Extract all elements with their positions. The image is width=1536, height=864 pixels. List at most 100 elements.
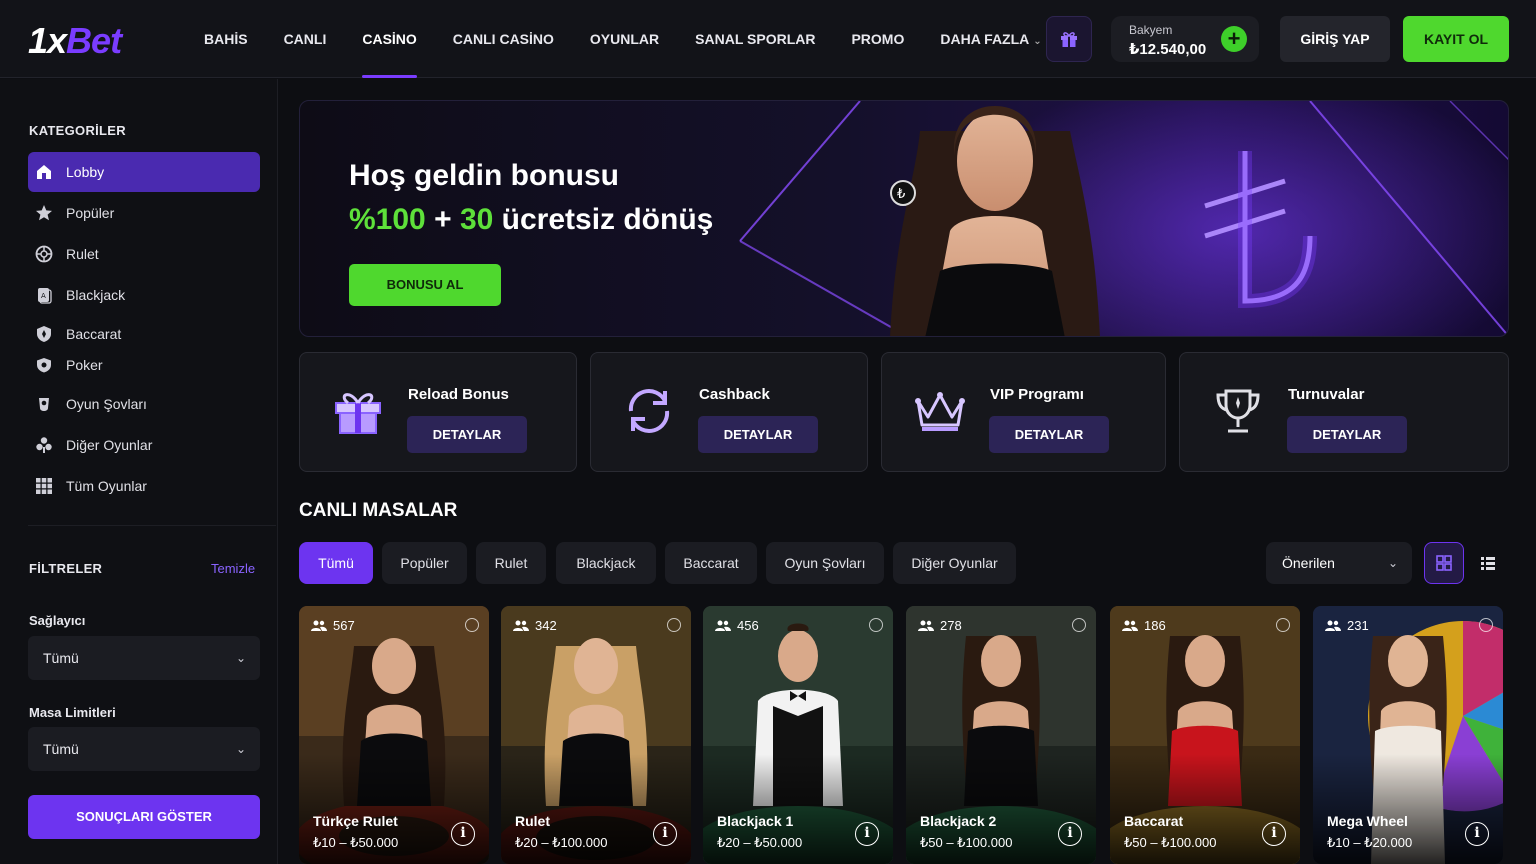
register-button[interactable]: KAYIT OL: [1403, 16, 1509, 62]
login-button[interactable]: GİRİŞ YAP: [1280, 16, 1390, 62]
nav-daha-fazla[interactable]: DAHA FAZLA ⌄: [922, 0, 1059, 78]
gift-button[interactable]: [1046, 16, 1092, 62]
table-name: Blackjack 1: [717, 813, 794, 829]
nav-bahis[interactable]: BAHİS: [186, 0, 266, 78]
grid-icon: [34, 476, 54, 496]
info-icon[interactable]: i: [451, 822, 475, 846]
nav-casino[interactable]: CASİNO: [344, 0, 434, 78]
promo-details-button[interactable]: DETAYLAR: [1287, 416, 1407, 453]
live-table-card[interactable]: 278 Blackjack 2 ₺50 – ₺100.000 i: [906, 606, 1096, 864]
users-icon: [1122, 620, 1138, 631]
info-icon[interactable]: i: [1262, 822, 1286, 846]
nav-sanal-sporlar[interactable]: SANAL SPORLAR: [677, 0, 833, 78]
other-games-icon: [34, 435, 54, 455]
table-limits-label: Masa Limitleri: [29, 705, 116, 720]
crown-icon: [915, 392, 965, 431]
clear-filters-link[interactable]: Temizle: [211, 561, 255, 576]
sort-select[interactable]: Önerilen ⌄: [1266, 542, 1412, 584]
sidebar-item-rulet[interactable]: Rulet: [28, 234, 260, 274]
chevron-down-icon: ⌄: [235, 742, 246, 756]
bonus-plus: +: [425, 203, 460, 236]
promo-title: Reload Bonus: [408, 386, 509, 403]
player-count: 278: [918, 618, 962, 633]
add-funds-button[interactable]: +: [1221, 26, 1247, 52]
player-count-value: 278: [940, 618, 962, 633]
promo-card-tournaments[interactable]: Turnuvalar DETAYLAR: [1179, 352, 1509, 472]
logo-text-1: 1x: [28, 20, 67, 61]
favorite-icon[interactable]: [1276, 618, 1290, 632]
promo-card-vip[interactable]: VIP Programı DETAYLAR: [881, 352, 1166, 472]
sidebar-item-diger-oyunlar[interactable]: Diğer Oyunlar: [28, 425, 260, 465]
info-icon[interactable]: i: [1465, 822, 1489, 846]
sidebar-item-label: Tüm Oyunlar: [66, 478, 147, 494]
promo-details-button[interactable]: DETAYLAR: [698, 416, 818, 453]
player-count: 567: [311, 618, 355, 633]
logo-text-2: Bet: [66, 20, 122, 61]
grid-view-button[interactable]: [1424, 542, 1464, 584]
player-count-value: 186: [1144, 618, 1166, 633]
live-table-card[interactable]: 456 Blackjack 1 ₺20 – ₺50.000 i: [703, 606, 893, 864]
table-name: Blackjack 2: [920, 813, 997, 829]
promo-details-button[interactable]: DETAYLAR: [989, 416, 1109, 453]
info-icon[interactable]: i: [855, 822, 879, 846]
filter-chip-tumu[interactable]: Tümü: [299, 542, 373, 584]
sidebar-item-label: Oyun Şovları: [66, 396, 147, 412]
player-count-value: 231: [1347, 618, 1369, 633]
filter-chip-blackjack[interactable]: Blackjack: [556, 542, 656, 584]
promo-details-button[interactable]: DETAYLAR: [407, 416, 527, 453]
claim-bonus-button[interactable]: BONUSU AL: [349, 264, 501, 306]
player-count-value: 456: [737, 618, 759, 633]
favorite-icon[interactable]: [1479, 618, 1493, 632]
list-view-button[interactable]: [1468, 542, 1508, 584]
favorite-icon[interactable]: [1072, 618, 1086, 632]
live-table-card[interactable]: 567 Türkçe Rulet ₺10 – ₺50.000 i: [299, 606, 489, 864]
users-icon: [715, 620, 731, 631]
sidebar-item-label: Poker: [66, 357, 103, 373]
player-count-value: 342: [535, 618, 557, 633]
balance-widget[interactable]: Bakyem ₺12.540,00 +: [1111, 16, 1259, 62]
live-table-card[interactable]: 186 Baccarat ₺50 – ₺100.000 i: [1110, 606, 1300, 864]
info-icon[interactable]: i: [653, 822, 677, 846]
table-limits: ₺10 – ₺20.000: [1327, 835, 1413, 850]
table-limits-select[interactable]: Tümü ⌄: [28, 727, 260, 771]
filter-chip-populer[interactable]: Popüler: [382, 542, 467, 584]
banner-title: Hoş geldin bonusu: [349, 159, 619, 192]
nav-canli-casino[interactable]: CANLI CASİNO: [435, 0, 572, 78]
sidebar-item-label: Popüler: [66, 205, 115, 221]
live-table-card[interactable]: 231 Mega Wheel ₺10 – ₺20.000 i: [1313, 606, 1503, 864]
nav-oyunlar[interactable]: OYUNLAR: [572, 0, 677, 78]
show-results-button[interactable]: SONUÇLARI GÖSTER: [28, 795, 260, 839]
nav-daha-fazla-label: DAHA FAZLA: [940, 31, 1030, 47]
nav-canli[interactable]: CANLI: [266, 0, 345, 78]
sidebar-item-populer[interactable]: Popüler: [28, 193, 260, 233]
favorite-icon[interactable]: [465, 618, 479, 632]
table-limits: ₺10 – ₺50.000: [313, 835, 399, 850]
filter-chip-diger-oyunlar[interactable]: Diğer Oyunlar: [893, 542, 1016, 584]
sidebar-item-label: Rulet: [66, 246, 99, 262]
promo-card-cashback[interactable]: Cashback DETAYLAR: [590, 352, 868, 472]
lobby-icon: [34, 162, 54, 182]
balance-label: Bakyem: [1129, 23, 1173, 37]
free-spins-count: 30: [459, 203, 494, 236]
info-icon[interactable]: i: [1058, 822, 1082, 846]
promo-card-reload[interactable]: Reload Bonus DETAYLAR: [299, 352, 577, 472]
sidebar-item-oyun-sovlari[interactable]: Oyun Şovları: [28, 384, 260, 424]
brand-logo[interactable]: 1xBet: [28, 20, 122, 62]
live-table-card[interactable]: 342 Rulet ₺20 – ₺100.000 i: [501, 606, 691, 864]
gift-icon: [335, 393, 381, 434]
filter-chip-baccarat[interactable]: Baccarat: [665, 542, 757, 584]
provider-select[interactable]: Tümü ⌄: [28, 636, 260, 680]
banner-subtitle: %100 + 30 ücretsiz dönüş: [349, 203, 713, 237]
player-count: 231: [1325, 618, 1369, 633]
sidebar-item-blackjack[interactable]: A Blackjack: [28, 275, 260, 315]
favorite-icon[interactable]: [869, 618, 883, 632]
chevron-down-icon: ⌄: [1387, 556, 1398, 570]
filter-chip-oyun-sovlari[interactable]: Oyun Şovları: [766, 542, 884, 584]
cashback-icon: [628, 389, 670, 433]
sidebar-item-lobby[interactable]: Lobby: [28, 152, 260, 192]
sidebar-item-poker[interactable]: Poker: [28, 345, 260, 385]
sidebar-item-tum-oyunlar[interactable]: Tüm Oyunlar: [28, 466, 260, 506]
nav-promo[interactable]: PROMO: [833, 0, 922, 78]
favorite-icon[interactable]: [667, 618, 681, 632]
filter-chip-rulet[interactable]: Rulet: [476, 542, 546, 584]
